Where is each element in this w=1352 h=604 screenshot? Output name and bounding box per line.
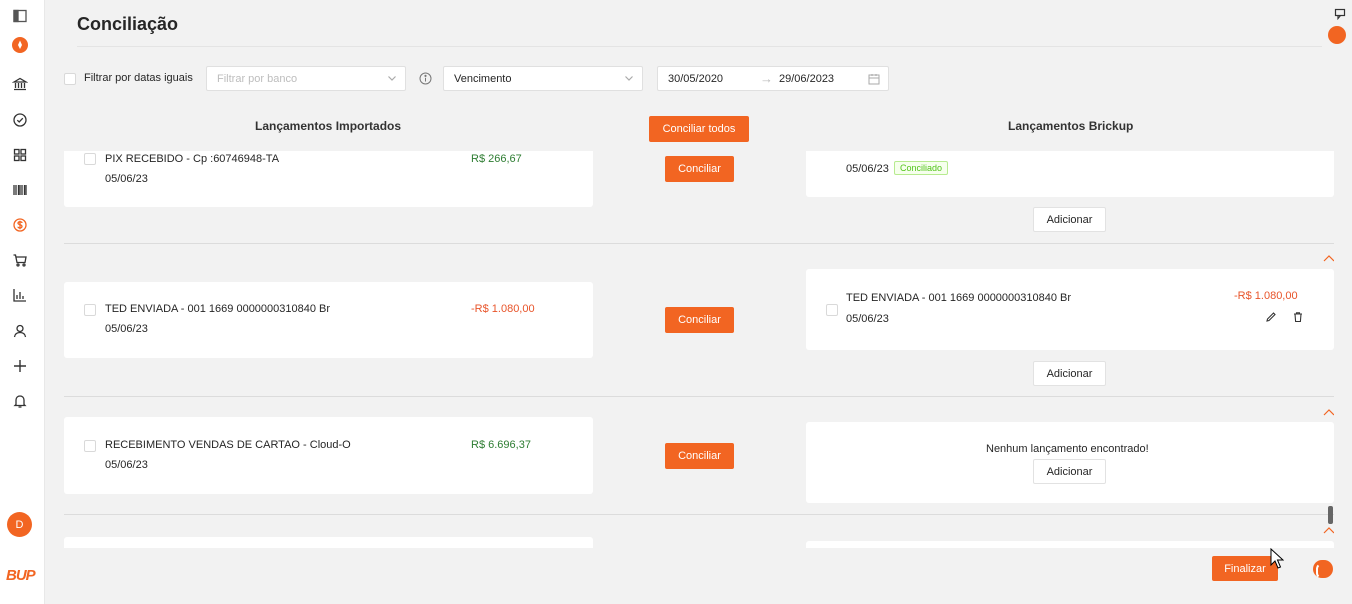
comment-icon[interactable] bbox=[1334, 8, 1346, 20]
reconcile-button[interactable]: Conciliar bbox=[665, 307, 734, 333]
add-button[interactable]: Adicionar bbox=[1033, 207, 1106, 232]
add-button[interactable]: Adicionar bbox=[1033, 459, 1106, 484]
delete-icon[interactable] bbox=[1292, 311, 1304, 323]
brickup-entry-card: TED ENVIADA - 001 1669 0000000310840 Br … bbox=[806, 269, 1334, 350]
brickup-entry-card: 05/06/23 Conciliado bbox=[806, 151, 1334, 197]
row-divider bbox=[64, 243, 1334, 244]
entry-date: 05/06/23 bbox=[846, 163, 889, 175]
entry-description: RECEBIMENTO VENDAS DE CARTAO - Cloud-O bbox=[105, 439, 351, 451]
like-icon[interactable] bbox=[1328, 26, 1346, 44]
brickup-column-title: Lançamentos Brickup bbox=[1008, 119, 1134, 133]
info-icon[interactable] bbox=[419, 72, 432, 85]
chevron-down-icon bbox=[388, 76, 396, 81]
date-type-value: Vencimento bbox=[454, 73, 512, 85]
row-divider bbox=[64, 396, 1334, 397]
imported-entry-card: PIX RECEBIDO - Cp :60746948-TA 05/06/23 … bbox=[64, 151, 593, 207]
page-title: Conciliação bbox=[77, 14, 179, 34]
reconcile-all-button[interactable]: Conciliar todos bbox=[649, 116, 749, 142]
calendar-icon bbox=[868, 74, 880, 85]
bell-icon[interactable] bbox=[11, 392, 29, 410]
bank-icon[interactable] bbox=[11, 75, 29, 93]
cart-icon[interactable] bbox=[11, 251, 29, 269]
entry-value: R$ 6.696,37 bbox=[471, 439, 531, 451]
empty-state-text: Nenhum lançamento encontrado! bbox=[986, 443, 1149, 455]
entry-value: -R$ 1.080,00 bbox=[1234, 290, 1298, 302]
bank-filter-placeholder: Filtrar por banco bbox=[217, 73, 298, 85]
check-circle-icon[interactable] bbox=[11, 111, 29, 129]
entry-description: PIX RECEBIDO - Cp :60746948-TA bbox=[105, 153, 280, 165]
entry-date: 05/06/23 bbox=[846, 313, 889, 325]
edit-icon[interactable] bbox=[1265, 311, 1277, 323]
reconcile-button[interactable]: Conciliar bbox=[665, 443, 734, 469]
entry-description: TED ENVIADA - 001 1669 0000000310840 Br bbox=[105, 303, 331, 315]
entry-checkbox[interactable] bbox=[84, 304, 96, 316]
chevron-down-icon bbox=[625, 76, 633, 81]
date-from[interactable]: 30/05/2020 bbox=[668, 73, 723, 85]
scrollbar-thumb[interactable] bbox=[1328, 506, 1333, 524]
brand-logo: BUP bbox=[6, 567, 36, 584]
barcode-icon[interactable] bbox=[11, 181, 29, 199]
same-dates-checkbox[interactable] bbox=[64, 73, 76, 85]
collapse-icon[interactable] bbox=[1323, 254, 1334, 262]
collapse-icon[interactable] bbox=[1323, 526, 1334, 534]
mouse-cursor-icon bbox=[1270, 548, 1284, 569]
brickup-entry-card bbox=[806, 541, 1334, 548]
status-badge: Conciliado bbox=[894, 161, 949, 175]
entry-description: TED ENVIADA - 001 1669 0000000310840 Br bbox=[846, 292, 1072, 304]
imported-entry-card bbox=[64, 537, 593, 548]
sidebar: D BUP bbox=[0, 0, 45, 604]
entry-checkbox[interactable] bbox=[826, 304, 838, 316]
finish-button[interactable]: Finalizar bbox=[1212, 556, 1278, 581]
collapse-icon[interactable] bbox=[1323, 408, 1334, 416]
imported-entry-card: TED ENVIADA - 001 1669 0000000310840 Br … bbox=[64, 282, 593, 358]
dollar-icon[interactable] bbox=[11, 216, 29, 234]
date-type-select[interactable]: Vencimento bbox=[443, 66, 643, 91]
entry-date: 05/06/23 bbox=[105, 323, 148, 335]
imported-column-title: Lançamentos Importados bbox=[255, 119, 402, 133]
entry-date: 05/06/23 bbox=[105, 459, 148, 471]
imported-entry-card: RECEBIMENTO VENDAS DE CARTAO - Cloud-O 0… bbox=[64, 417, 593, 494]
plus-icon[interactable] bbox=[11, 357, 29, 375]
dashboard-icon[interactable] bbox=[11, 146, 29, 164]
entry-checkbox[interactable] bbox=[84, 153, 96, 165]
entry-value: -R$ 1.080,00 bbox=[471, 303, 535, 315]
reconcile-button[interactable]: Conciliar bbox=[665, 156, 734, 182]
date-to[interactable]: 29/06/2023 bbox=[779, 73, 834, 85]
entry-checkbox[interactable] bbox=[84, 440, 96, 452]
row-divider bbox=[64, 514, 1334, 515]
arrow-right-icon: → bbox=[760, 71, 773, 86]
bank-filter-select[interactable]: Filtrar por banco bbox=[206, 66, 406, 91]
sidebar-toggle-icon[interactable] bbox=[11, 7, 29, 25]
add-button[interactable]: Adicionar bbox=[1033, 361, 1106, 386]
title-divider bbox=[77, 46, 1322, 47]
avatar[interactable]: D bbox=[7, 512, 32, 537]
help-icon[interactable] bbox=[1313, 560, 1333, 579]
reconciliation-list[interactable]: PIX RECEBIDO - Cp :60746948-TA 05/06/23 … bbox=[64, 151, 1334, 548]
entry-value: R$ 266,67 bbox=[471, 153, 522, 165]
user-icon[interactable] bbox=[11, 322, 29, 340]
date-range-picker[interactable]: 30/05/2020 → 29/06/2023 bbox=[657, 66, 889, 91]
chart-icon[interactable] bbox=[11, 286, 29, 304]
same-dates-label: Filtrar por datas iguais bbox=[84, 72, 193, 84]
entry-date: 05/06/23 bbox=[105, 173, 148, 185]
rocket-icon[interactable] bbox=[11, 36, 29, 54]
